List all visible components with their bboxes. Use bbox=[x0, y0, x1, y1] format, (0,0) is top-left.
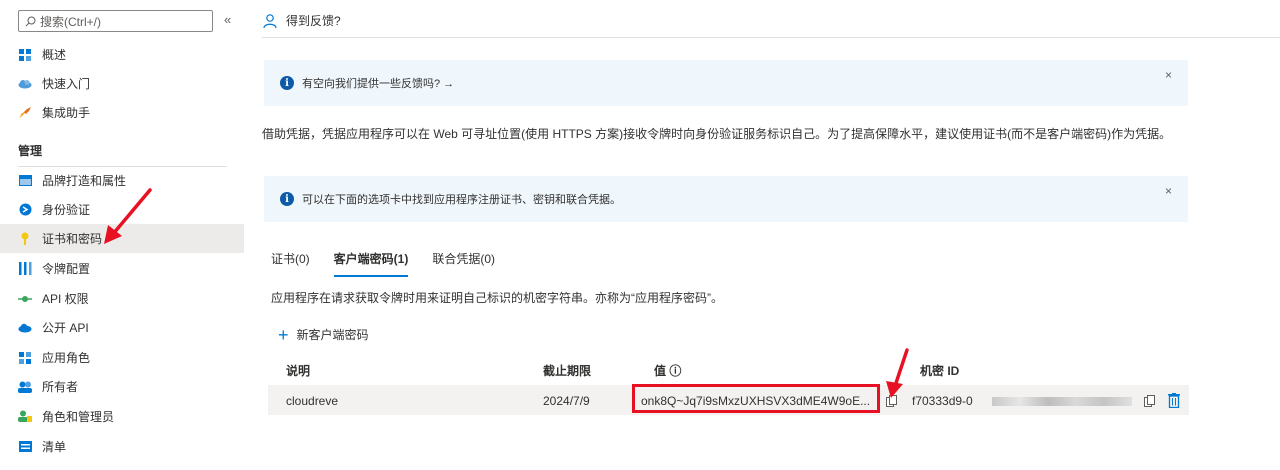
search-placeholder: 搜索(Ctrl+/) bbox=[40, 14, 101, 29]
tab-bar: 证书(0) 客户端密码(1) 联合凭据(0) bbox=[271, 250, 519, 277]
sidebar-item-label: 证书和密码 bbox=[42, 232, 103, 246]
new-client-secret-label: 新客户端密码 bbox=[296, 328, 369, 342]
sidebar-item-authentication[interactable]: 身份验证 bbox=[0, 195, 244, 224]
sidebar-item-branding[interactable]: 品牌打造和属性 bbox=[0, 166, 244, 195]
close-icon[interactable]: × bbox=[1165, 68, 1172, 82]
user-admin-icon bbox=[18, 410, 32, 424]
section-title-manage: 管理 bbox=[18, 144, 43, 158]
collapse-sidebar-icon[interactable]: « bbox=[224, 12, 231, 27]
cell-description: cloudreve bbox=[286, 394, 339, 408]
copy-icon[interactable] bbox=[886, 395, 898, 408]
copy-icon[interactable] bbox=[1144, 395, 1156, 408]
sidebar-item-token-configuration[interactable]: 令牌配置 bbox=[0, 254, 244, 283]
banner-text: 可以在下面的选项卡中找到应用程序注册证书、密钥和联合凭据。 bbox=[302, 194, 621, 206]
sidebar-item-quickstart[interactable]: 快速入门 bbox=[0, 69, 244, 98]
api-icon bbox=[18, 292, 32, 306]
sidebar-item-label: API 权限 bbox=[42, 292, 89, 306]
rocket-icon bbox=[18, 106, 32, 120]
column-header-expires: 截止期限 bbox=[543, 364, 592, 378]
sidebar-item-owners[interactable]: 所有者 bbox=[0, 372, 244, 401]
feedback-button[interactable]: 得到反馈? bbox=[262, 12, 341, 29]
sidebar-item-certificates-secrets[interactable]: 证书和密码 bbox=[0, 224, 244, 253]
key-icon bbox=[18, 232, 32, 246]
value-highlight-box bbox=[632, 384, 880, 413]
feedback-icon bbox=[263, 13, 277, 28]
cell-expires: 2024/7/9 bbox=[543, 394, 590, 408]
banner-link[interactable]: 有空向我们提供一些反馈吗? → bbox=[302, 75, 454, 91]
close-icon[interactable]: × bbox=[1165, 184, 1172, 198]
column-header-value: 值 ⓘ bbox=[654, 364, 682, 378]
column-header-secret-id: 机密 ID bbox=[920, 364, 960, 378]
credentials-description: 借助凭据，凭据应用程序可以在 Web 可寻址位置(使用 HTTPS 方案)接收令… bbox=[262, 127, 1172, 141]
sidebar-item-label: 公开 API bbox=[42, 321, 89, 335]
grid-icon bbox=[18, 351, 32, 365]
auth-icon bbox=[18, 203, 32, 217]
divider bbox=[262, 37, 1280, 38]
sidebar-item-label: 角色和管理员 bbox=[42, 410, 115, 424]
sidebar-item-integration-assistant[interactable]: 集成助手 bbox=[0, 98, 244, 127]
sidebar-item-label: 应用角色 bbox=[42, 351, 91, 365]
sidebar-item-label: 令牌配置 bbox=[42, 262, 91, 276]
sidebar-item-overview[interactable]: 概述 bbox=[0, 40, 244, 69]
info-icon: i bbox=[280, 76, 294, 90]
sidebar-item-label: 所有者 bbox=[42, 380, 79, 394]
delete-icon[interactable] bbox=[1168, 393, 1180, 408]
sidebar-item-label: 身份验证 bbox=[42, 203, 91, 217]
grid-icon bbox=[18, 48, 32, 62]
tab-certificates[interactable]: 证书(0) bbox=[271, 250, 310, 277]
info-icon: i bbox=[280, 192, 294, 206]
sidebar-item-roles-admins[interactable]: 角色和管理员 bbox=[0, 402, 244, 431]
new-client-secret-button[interactable]: + 新客户端密码 bbox=[278, 324, 369, 345]
sidebar-item-label: 快速入门 bbox=[42, 77, 91, 91]
search-icon bbox=[25, 16, 36, 26]
feedback-banner: i 有空向我们提供一些反馈吗? → × bbox=[264, 60, 1188, 106]
search-input[interactable]: 搜索(Ctrl+/) bbox=[18, 10, 213, 32]
bars-icon bbox=[18, 262, 32, 276]
sidebar-item-app-roles[interactable]: 应用角色 bbox=[0, 343, 244, 372]
column-header-description: 说明 bbox=[286, 364, 311, 378]
list-icon bbox=[18, 440, 32, 454]
tab-client-secrets[interactable]: 客户端密码(1) bbox=[333, 250, 409, 277]
brand-icon bbox=[18, 174, 32, 188]
sidebar: 搜索(Ctrl+/) « 概述 快速入门 集成助手 管理 品牌打造和属性 身份验… bbox=[0, 0, 244, 470]
sidebar-item-label: 概述 bbox=[42, 48, 67, 62]
feedback-label: 得到反馈? bbox=[286, 14, 341, 28]
info-banner: i 可以在下面的选项卡中找到应用程序注册证书、密钥和联合凭据。 × bbox=[264, 176, 1188, 222]
sidebar-item-manifest[interactable]: 清单 bbox=[0, 432, 244, 461]
sidebar-item-label: 集成助手 bbox=[42, 106, 91, 120]
sidebar-item-label: 清单 bbox=[42, 440, 67, 454]
plus-icon: + bbox=[278, 324, 289, 345]
tab-description: 应用程序在请求获取令牌时用来证明自己标识的机密字符串。亦称为“应用程序密码”。 bbox=[271, 291, 723, 305]
cell-secret-id: f70333d9-0 bbox=[912, 394, 973, 408]
sidebar-item-api-permissions[interactable]: API 权限 bbox=[0, 284, 244, 313]
cloud-icon bbox=[18, 77, 32, 91]
cloud-api-icon bbox=[18, 321, 32, 335]
tab-federated-credentials[interactable]: 联合凭据(0) bbox=[432, 250, 495, 277]
sidebar-item-label: 品牌打造和属性 bbox=[42, 174, 127, 188]
redacted-secret-id bbox=[992, 397, 1132, 406]
sidebar-item-expose-api[interactable]: 公开 API bbox=[0, 313, 244, 342]
users-icon bbox=[18, 380, 32, 394]
